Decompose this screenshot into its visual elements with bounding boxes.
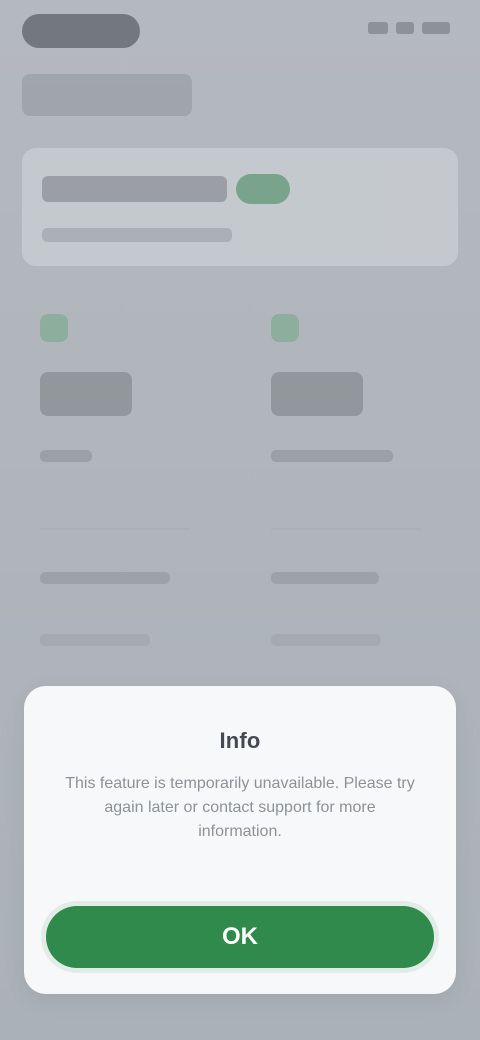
app-screen: Info This feature is temporarily unavail… xyxy=(0,0,480,1040)
modal-title: Info xyxy=(219,728,261,753)
modal-message: This feature is temporarily unavailable.… xyxy=(65,775,415,840)
ok-button[interactable]: OK xyxy=(46,906,434,968)
info-modal: Info This feature is temporarily unavail… xyxy=(24,686,456,994)
